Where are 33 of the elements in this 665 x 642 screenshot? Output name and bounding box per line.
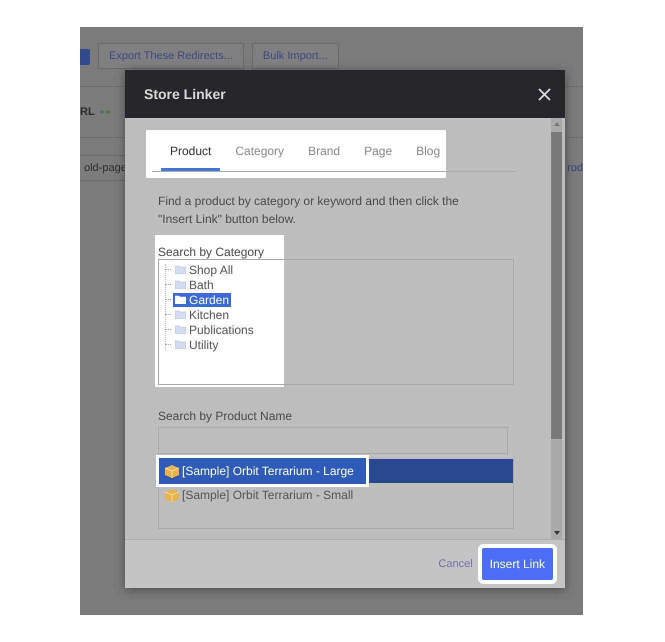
tree-item[interactable]: Kitchen [173, 308, 232, 322]
instructions-text: Find a product by category or keyword and then click the "Insert Link" button below. [158, 193, 460, 228]
tree-item[interactable]: Utility [173, 338, 220, 352]
insert-link-button[interactable]: Insert Link [482, 548, 553, 580]
tab[interactable]: Category [226, 142, 294, 171]
tab[interactable]: Blog [407, 142, 450, 171]
folder-icon [175, 310, 186, 319]
category-label: Search by Category [158, 245, 266, 259]
product-name-label: Search by Product Name [158, 409, 294, 423]
table-cell: rod [567, 162, 583, 174]
tab[interactable]: Product [161, 142, 220, 171]
tab[interactable]: Page [355, 142, 402, 171]
folder-icon [175, 325, 186, 334]
cancel-link[interactable]: Cancel [438, 558, 473, 570]
tree-item[interactable]: Publications [173, 322, 256, 336]
close-icon[interactable] [538, 88, 551, 100]
tab[interactable]: Brand [299, 142, 350, 171]
dialog-title: Store Linker [144, 86, 226, 102]
folder-icon [175, 265, 186, 274]
search-field[interactable] [158, 427, 508, 454]
box-icon [165, 488, 179, 502]
folder-icon [175, 340, 186, 349]
column-header: RL [80, 106, 95, 118]
product-item[interactable]: [Sample] Orbit Terrarium - Small [159, 483, 513, 507]
folder-icon [175, 295, 186, 304]
tree-item[interactable]: Bath [173, 278, 216, 292]
scroll-up-icon[interactable] [554, 122, 560, 126]
folder-icon [175, 280, 186, 289]
scroll-down-icon[interactable] [554, 531, 560, 535]
scrollbar[interactable] [551, 118, 562, 539]
tree-item[interactable]: Shop All [173, 262, 236, 276]
tree-item[interactable]: Garden [173, 292, 232, 306]
box-icon [165, 464, 179, 478]
